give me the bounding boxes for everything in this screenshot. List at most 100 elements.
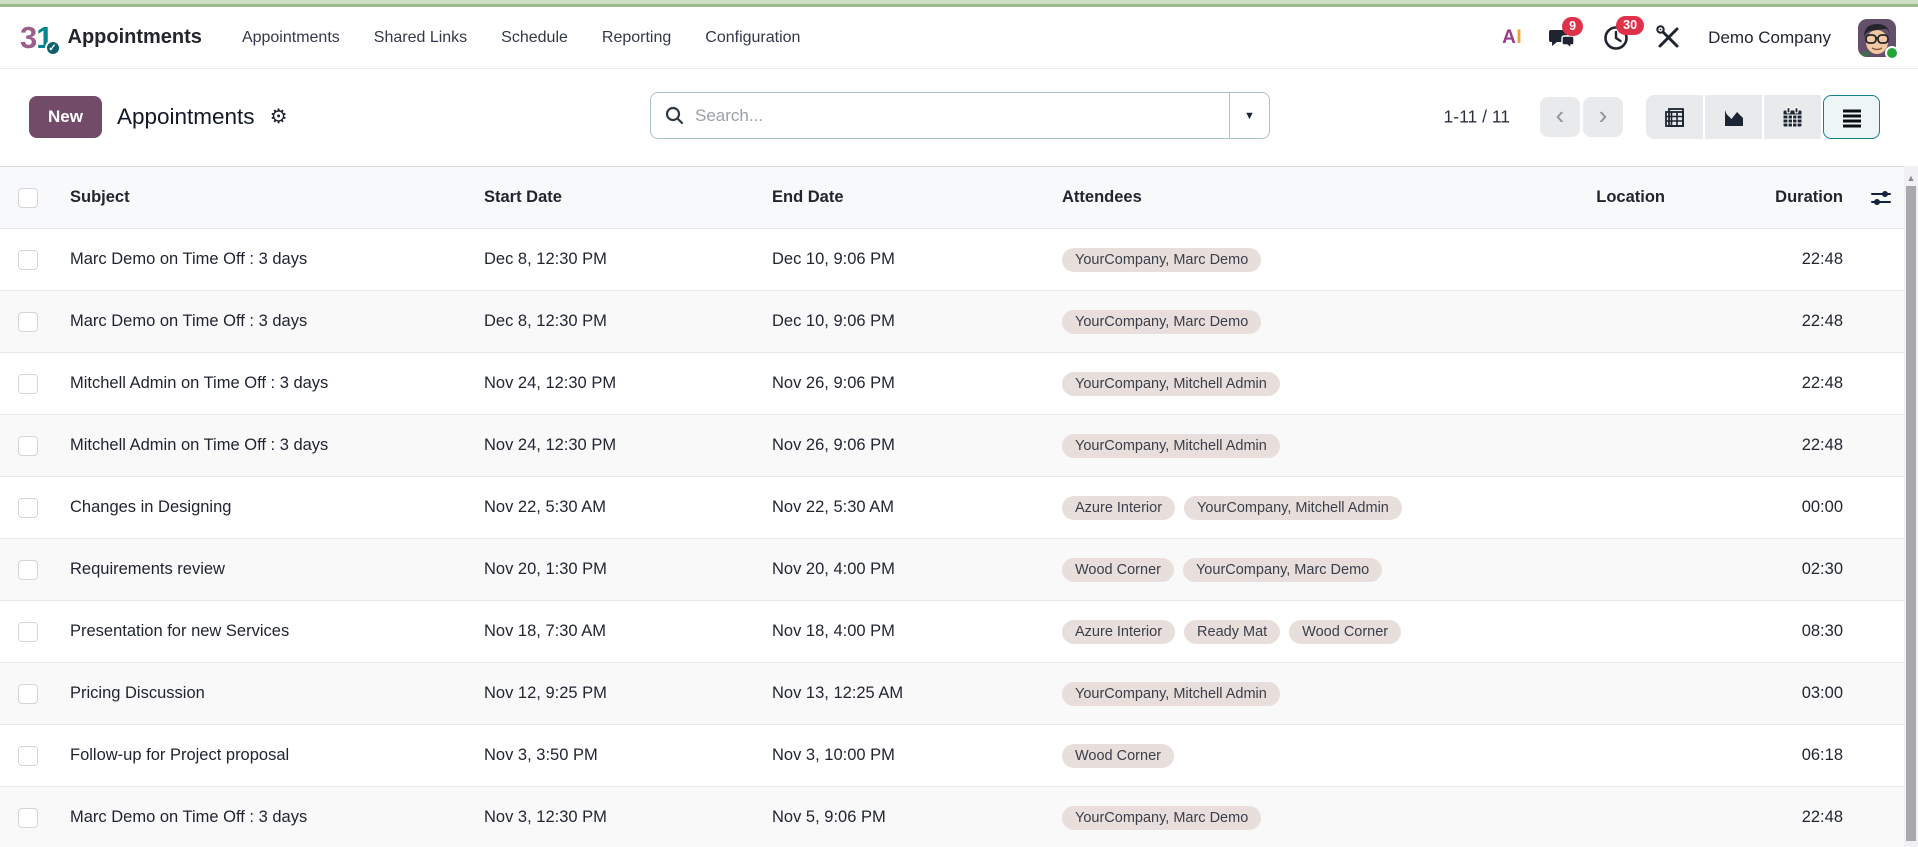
pager-next-button[interactable]: ›	[1583, 97, 1623, 137]
cell-end-date: Nov 3, 10:00 PM	[772, 746, 1062, 765]
column-options-button[interactable]	[1870, 187, 1892, 209]
cell-duration: 03:00	[1665, 684, 1843, 703]
attendee-tag: Azure Interior	[1062, 620, 1175, 644]
attendee-tag: Wood Corner	[1289, 620, 1401, 644]
cell-end-date: Dec 10, 9:06 PM	[772, 312, 1062, 331]
messages-button[interactable]: 9	[1549, 26, 1576, 50]
scrollbar-thumb[interactable]	[1906, 186, 1916, 841]
table-row[interactable]: Pricing Discussion Nov 12, 9:25 PM Nov 1…	[0, 663, 1918, 725]
row-checkbox[interactable]	[18, 250, 38, 270]
menu-item-configuration[interactable]: Configuration	[705, 29, 800, 47]
chevron-left-icon: ‹	[1556, 102, 1565, 128]
cell-attendees: YourCompany, Marc Demo	[1062, 806, 1505, 830]
row-checkbox[interactable]	[18, 746, 38, 766]
search-options-toggle[interactable]: ▼	[1229, 93, 1269, 138]
cell-duration: 22:48	[1665, 250, 1843, 269]
list-icon	[1840, 106, 1864, 129]
header-location[interactable]: Location	[1505, 188, 1665, 207]
cell-subject: Mitchell Admin on Time Off : 3 days	[70, 436, 484, 455]
cell-end-date: Nov 13, 12:25 AM	[772, 684, 1062, 703]
table-row[interactable]: Follow-up for Project proposal Nov 3, 3:…	[0, 725, 1918, 787]
cell-end-date: Nov 26, 9:06 PM	[772, 436, 1062, 455]
attendee-tag: YourCompany, Mitchell Admin	[1062, 372, 1280, 396]
attendee-tag: YourCompany, Mitchell Admin	[1062, 682, 1280, 706]
header-duration[interactable]: Duration	[1665, 188, 1843, 207]
cell-duration: 00:00	[1665, 498, 1843, 517]
table-body: Marc Demo on Time Off : 3 days Dec 8, 12…	[0, 229, 1918, 847]
cell-attendees: YourCompany, Mitchell Admin	[1062, 434, 1505, 458]
table-row[interactable]: Mitchell Admin on Time Off : 3 days Nov …	[0, 415, 1918, 477]
cell-end-date: Dec 10, 9:06 PM	[772, 250, 1062, 269]
table-row[interactable]: Marc Demo on Time Off : 3 days Dec 8, 12…	[0, 229, 1918, 291]
row-checkbox[interactable]	[18, 808, 38, 828]
logo-digit-3: 3	[20, 22, 36, 53]
row-checkbox[interactable]	[18, 436, 38, 456]
cell-end-date: Nov 26, 9:06 PM	[772, 374, 1062, 393]
cell-subject: Marc Demo on Time Off : 3 days	[70, 808, 484, 827]
main-menu: Appointments Shared Links Schedule Repor…	[242, 29, 801, 47]
attendee-tag: YourCompany, Mitchell Admin	[1184, 496, 1402, 520]
app-name[interactable]: Appointments	[68, 26, 202, 49]
scroll-up-arrow-icon[interactable]: ▲	[1904, 166, 1918, 183]
search-input-area[interactable]	[651, 93, 1229, 138]
calendar-icon	[1781, 106, 1804, 129]
new-button[interactable]: New	[29, 96, 102, 138]
cell-start-date: Dec 8, 12:30 PM	[484, 250, 772, 269]
table-row[interactable]: Presentation for new Services Nov 18, 7:…	[0, 601, 1918, 663]
cell-end-date: Nov 22, 5:30 AM	[772, 498, 1062, 517]
cell-start-date: Nov 22, 5:30 AM	[484, 498, 772, 517]
header-attendees[interactable]: Attendees	[1062, 188, 1505, 207]
vertical-scrollbar[interactable]: ▲	[1904, 166, 1918, 847]
header-subject[interactable]: Subject	[70, 188, 484, 207]
search-input[interactable]	[695, 106, 1215, 126]
row-checkbox[interactable]	[18, 560, 38, 580]
row-checkbox[interactable]	[18, 684, 38, 704]
gear-icon[interactable]: ⚙	[270, 107, 288, 127]
ai-assistant-icon[interactable]: AI	[1502, 27, 1522, 49]
cell-duration: 22:48	[1665, 808, 1843, 827]
table-row[interactable]: Changes in Designing Nov 22, 5:30 AM Nov…	[0, 477, 1918, 539]
row-checkbox[interactable]	[18, 622, 38, 642]
company-switcher[interactable]: Demo Company	[1708, 28, 1831, 48]
attendee-tag: Azure Interior	[1062, 496, 1175, 520]
cell-attendees: YourCompany, Mitchell Admin	[1062, 372, 1505, 396]
cell-start-date: Nov 3, 12:30 PM	[484, 808, 772, 827]
graph-view-button[interactable]	[1705, 95, 1762, 139]
menu-item-appointments[interactable]: Appointments	[242, 29, 340, 47]
menu-item-reporting[interactable]: Reporting	[602, 29, 671, 47]
settings-tools-button[interactable]	[1656, 25, 1681, 50]
row-checkbox[interactable]	[18, 498, 38, 518]
breadcrumb[interactable]: Appointments	[117, 104, 255, 130]
sliders-icon	[1870, 187, 1892, 209]
online-status-dot	[1885, 46, 1899, 60]
header-end-date[interactable]: End Date	[772, 188, 1062, 207]
cell-attendees: YourCompany, Marc Demo	[1062, 310, 1505, 334]
table-row[interactable]: Marc Demo on Time Off : 3 days Nov 3, 12…	[0, 787, 1918, 847]
select-all-checkbox[interactable]	[18, 188, 38, 208]
cell-start-date: Nov 24, 12:30 PM	[484, 436, 772, 455]
app-window: 3 1 ✓ Appointments Appointments Shared L…	[0, 0, 1918, 847]
user-menu[interactable]	[1858, 19, 1896, 57]
table-header-row: Subject Start Date End Date Attendees Lo…	[0, 167, 1918, 229]
cell-duration: 08:30	[1665, 622, 1843, 641]
list-view-button[interactable]	[1823, 95, 1880, 139]
appointments-app-logo-icon[interactable]: 3 1 ✓	[20, 22, 54, 53]
pivot-view-button[interactable]	[1646, 95, 1703, 139]
cell-end-date: Nov 5, 9:06 PM	[772, 808, 1062, 827]
table-row[interactable]: Mitchell Admin on Time Off : 3 days Nov …	[0, 353, 1918, 415]
header-start-date[interactable]: Start Date	[484, 188, 772, 207]
row-checkbox[interactable]	[18, 312, 38, 332]
chevron-right-icon: ›	[1599, 102, 1608, 128]
pager-previous-button[interactable]: ‹	[1540, 97, 1580, 137]
row-checkbox[interactable]	[18, 374, 38, 394]
menu-item-schedule[interactable]: Schedule	[501, 29, 568, 47]
calendar-view-button[interactable]	[1764, 95, 1821, 139]
cell-duration: 22:48	[1665, 312, 1843, 331]
cell-duration: 22:48	[1665, 374, 1843, 393]
menu-item-shared-links[interactable]: Shared Links	[374, 29, 467, 47]
table-row[interactable]: Requirements review Nov 20, 1:30 PM Nov …	[0, 539, 1918, 601]
activities-button[interactable]: 30	[1603, 25, 1629, 51]
cell-duration: 22:48	[1665, 436, 1843, 455]
table-row[interactable]: Marc Demo on Time Off : 3 days Dec 8, 12…	[0, 291, 1918, 353]
view-switcher	[1646, 95, 1880, 139]
